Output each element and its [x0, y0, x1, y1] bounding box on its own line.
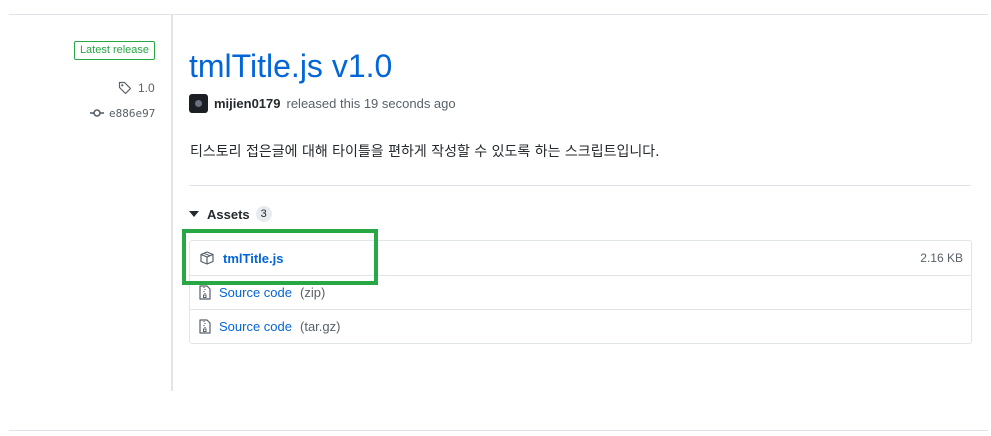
- asset-name: Source code: [219, 285, 292, 300]
- timeline-divider: [171, 14, 173, 391]
- bottom-divider: [9, 430, 988, 431]
- source-targz-link[interactable]: Source code (tar.gz): [199, 319, 340, 334]
- asset-name: Source code: [219, 319, 292, 334]
- release-description: 티스토리 접은글에 대해 타이틀을 편하게 작성할 수 있도록 하는 스크립트입…: [190, 144, 660, 160]
- release-title[interactable]: tmlTitle.js v1.0: [189, 46, 392, 86]
- source-zip-link[interactable]: Source code (zip): [199, 285, 325, 300]
- release-tag[interactable]: 1.0: [118, 79, 155, 97]
- avatar[interactable]: [189, 93, 208, 113]
- asset-size: 2.16 KB: [920, 251, 963, 265]
- section-divider: [189, 185, 971, 186]
- tag-label: 1.0: [138, 81, 155, 95]
- asset-row: Source code (tar.gz): [190, 309, 971, 343]
- highlight-annotation: [182, 229, 378, 285]
- file-zip-icon: [199, 285, 211, 300]
- assets-label: Assets: [207, 206, 250, 222]
- assets-count-badge: 3: [255, 206, 272, 222]
- latest-release-badge: Latest release: [74, 41, 155, 60]
- tag-icon: [118, 81, 132, 95]
- top-divider: [9, 14, 988, 15]
- asset-extension: (tar.gz): [300, 319, 341, 334]
- asset-extension: (zip): [300, 285, 326, 300]
- commit-sha: e886e97: [109, 106, 156, 120]
- caret-down-icon: [189, 211, 199, 217]
- git-commit-icon: [90, 108, 104, 118]
- release-meta: mijien0179 released this 19 seconds ago: [189, 93, 456, 113]
- release-commit[interactable]: e886e97: [90, 105, 155, 121]
- file-zip-icon: [199, 319, 211, 334]
- assets-toggle[interactable]: Assets 3: [189, 205, 272, 223]
- author-link[interactable]: mijien0179: [214, 96, 281, 111]
- release-time-text: released this 19 seconds ago: [286, 95, 456, 111]
